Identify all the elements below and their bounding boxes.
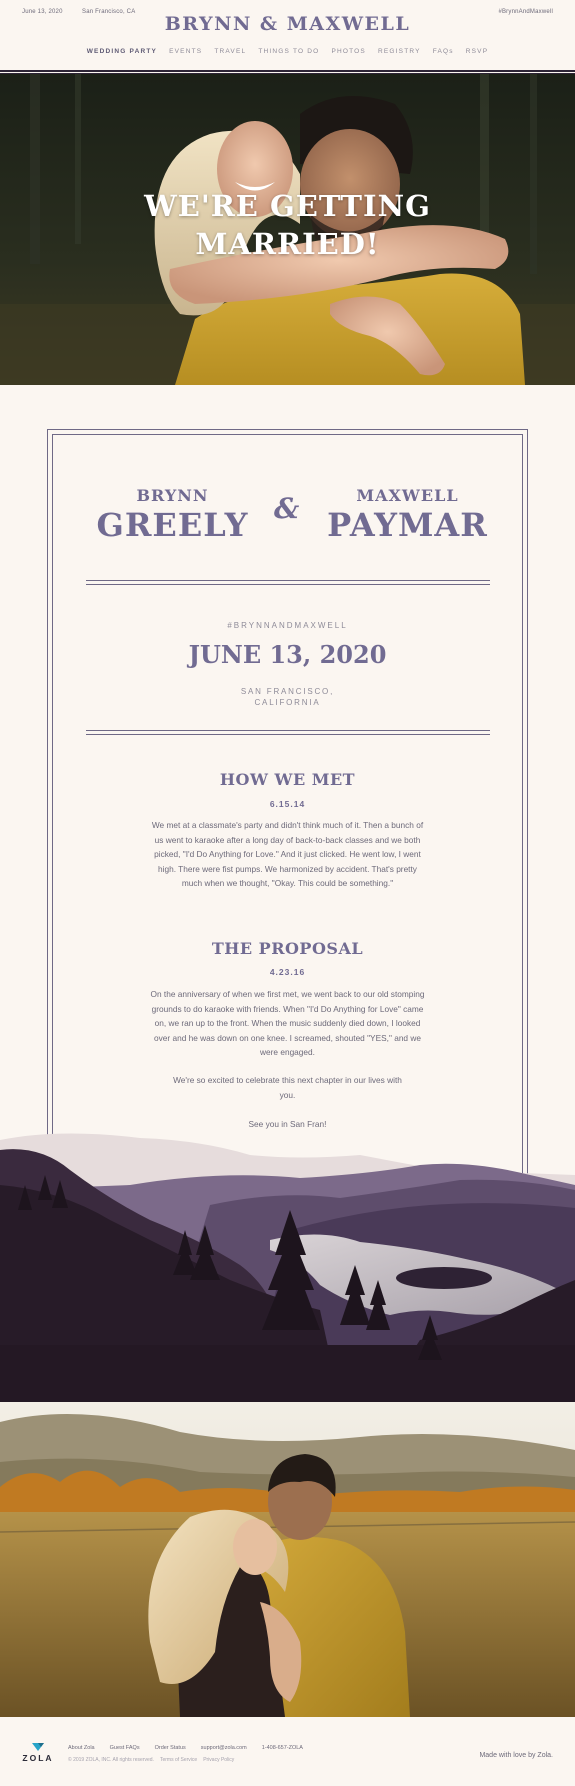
nav-faqs[interactable]: FAQs — [427, 48, 460, 55]
zola-logo[interactable]: ZOLA — [22, 1743, 54, 1769]
footer-link-guest-faqs[interactable]: Guest FAQs — [110, 1745, 140, 1751]
footer-links: About Zola Guest FAQs Order Status suppo… — [68, 1745, 318, 1751]
how-we-met-date: 6.15.14 — [269, 799, 306, 809]
wedding-date: JUNE 13, 2020 — [188, 640, 387, 669]
mountain-landscape-illustration — [0, 1133, 575, 1402]
footer-legal: © 2019 ZOLA, INC. All rights reserved. T… — [68, 1757, 240, 1763]
hero-title-line2: MARRIED! — [195, 227, 380, 261]
couple-field-photo — [0, 1402, 575, 1717]
terms-link[interactable]: Terms of Service — [160, 1757, 197, 1763]
section-divider — [86, 580, 490, 585]
made-with-love: Made with love by Zola. — [479, 1752, 553, 1759]
nav-rsvp[interactable]: RSVP — [460, 48, 495, 55]
zola-mark-icon — [32, 1743, 44, 1751]
nav-things-to-do[interactable]: THINGS TO DO — [252, 48, 325, 55]
hero-title-line1: WE'RE GETTING — [144, 189, 431, 223]
footer-link-phone[interactable]: 1-408-657-ZOLA — [262, 1745, 303, 1751]
nav-registry[interactable]: REGISTRY — [372, 48, 427, 55]
proposal-title: THE PROPOSAL — [211, 939, 364, 958]
hero-title: WE'RE GETTING MARRIED! — [0, 187, 575, 263]
privacy-link[interactable]: Privacy Policy — [203, 1757, 234, 1763]
location-state: CALIFORNIA — [254, 698, 321, 707]
how-we-met-title: HOW WE MET — [219, 770, 356, 789]
groom-last-name: PAYMAR — [327, 506, 488, 544]
bride-last-name: GREELY — [96, 506, 249, 544]
proposal-date: 4.23.16 — [269, 967, 306, 977]
nav-events[interactable]: EVENTS — [163, 48, 208, 55]
groom-first-name: MAXWELL — [356, 486, 459, 505]
how-we-met-story: We met at a classmate's party and didn't… — [151, 820, 424, 889]
section-divider — [86, 730, 490, 735]
footer-link-support-email[interactable]: support@zola.com — [201, 1745, 247, 1751]
site-header: June 13, 2020 San Francisco, CA #BrynnAn… — [0, 0, 575, 70]
ampersand: & — [274, 492, 300, 525]
card-frame-inner — [52, 434, 523, 1184]
site-title[interactable]: BRYNN & MAXWELL — [0, 13, 575, 35]
event-hashtag: #BRYNNANDMAXWELL — [227, 621, 348, 630]
wedding-location: SAN FRANCISCO, CALIFORNIA — [0, 686, 575, 708]
main-nav: WEDDING PARTY EVENTS TRAVEL THINGS TO DO… — [0, 48, 575, 55]
footer-link-about[interactable]: About Zola — [68, 1745, 95, 1751]
location-city: SAN FRANCISCO, — [240, 687, 335, 696]
nav-travel[interactable]: TRAVEL — [208, 48, 252, 55]
zola-wordmark: ZOLA — [22, 1753, 54, 1763]
nav-photos[interactable]: PHOTOS — [325, 48, 372, 55]
copyright-text: © 2019 ZOLA, INC. All rights reserved. — [68, 1757, 154, 1763]
footer-link-order-status[interactable]: Order Status — [155, 1745, 186, 1751]
site-footer: ZOLA About Zola Guest FAQs Order Status … — [0, 1717, 575, 1786]
nav-wedding-party[interactable]: WEDDING PARTY — [81, 48, 163, 55]
bride-first-name: BRYNN — [136, 486, 209, 505]
celebration-note: We're so excited to celebrate this next … — [173, 1075, 402, 1100]
proposal-story: On the anniversary of when we first met,… — [150, 989, 425, 1058]
hero-section: WE'RE GETTING MARRIED! — [0, 74, 575, 385]
